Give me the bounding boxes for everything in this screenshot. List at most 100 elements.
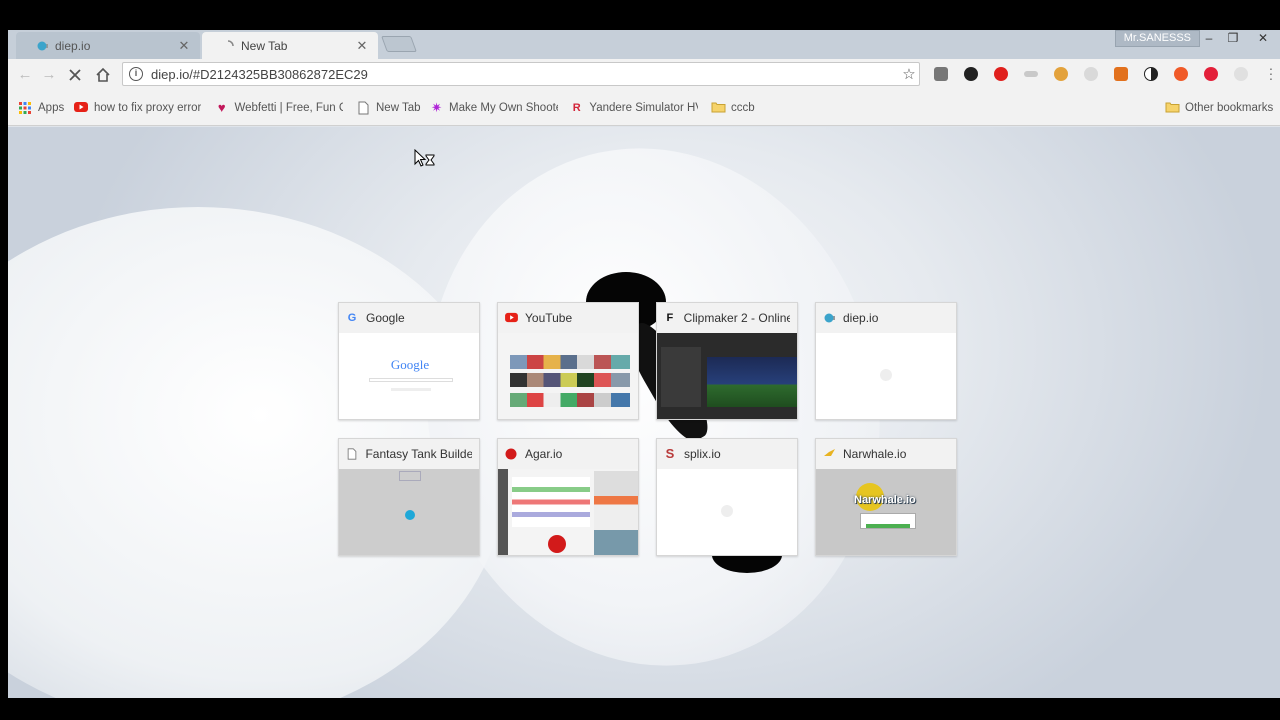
bookmark-label: Other bookmarks bbox=[1185, 102, 1274, 114]
close-icon[interactable]: ✕ bbox=[178, 38, 190, 54]
tile-title: YouTube bbox=[525, 311, 573, 325]
tile-thumbnail: Narwhale.io bbox=[816, 469, 956, 555]
tank-preview bbox=[405, 510, 415, 520]
bookmark-label: cccb bbox=[731, 102, 755, 114]
search-box-preview bbox=[369, 378, 453, 382]
other-bookmarks[interactable]: Other bookmarks bbox=[1165, 100, 1273, 116]
url-text[interactable]: diep.io/#D2124325BB30862872EC29 bbox=[151, 67, 899, 82]
extension-target-icon[interactable] bbox=[1204, 67, 1218, 81]
most-visited-tile-narwhale[interactable]: Narwhale.io Narwhale.io bbox=[815, 438, 957, 556]
profile-button[interactable]: Mr.SANESSS bbox=[1114, 30, 1200, 47]
cell-preview bbox=[548, 535, 566, 553]
most-visited-tile-google[interactable]: G Google Google bbox=[338, 302, 480, 420]
roblox-icon: R bbox=[572, 102, 581, 114]
tile-thumbnail bbox=[498, 469, 638, 555]
most-visited-tile-youtube[interactable]: YouTube bbox=[497, 302, 639, 420]
clipmaker-icon: F bbox=[666, 312, 674, 324]
folder-icon bbox=[1165, 101, 1180, 115]
tile-title: Clipmaker 2 - Online bbox=[683, 311, 790, 325]
stop-icon bbox=[68, 69, 82, 86]
info-icon[interactable]: i bbox=[129, 67, 143, 81]
bookmarks-bar: Apps how to fix proxy error ♥ Webfetti |… bbox=[8, 90, 1280, 126]
bookmark-webfetti[interactable]: ♥ Webfetti | Free, Fun C bbox=[215, 100, 343, 116]
bookmark-new-tab[interactable]: New Tab bbox=[356, 100, 421, 116]
diep-icon bbox=[36, 40, 48, 52]
toolbar-preview bbox=[399, 471, 421, 481]
bookmark-proxy-error[interactable]: how to fix proxy error bbox=[74, 100, 202, 116]
extension-cookie-icon[interactable] bbox=[1054, 67, 1068, 81]
extension-slash-icon[interactable] bbox=[1174, 67, 1188, 81]
most-visited-tile-splix[interactable]: S splix.io bbox=[656, 438, 798, 556]
folder-icon bbox=[711, 101, 726, 115]
diep-icon bbox=[823, 312, 835, 324]
toolbar: ← → i diep.io/#D2124325BB30862872EC29 ☆ bbox=[8, 59, 1280, 90]
video-row-preview bbox=[510, 393, 630, 407]
title-bar: diep.io ✕ New Tab ✕ Mr.SANESSS ‒ ❐ ✕ bbox=[8, 30, 1280, 59]
tile-title: diep.io bbox=[843, 311, 879, 325]
extension-grid-icon[interactable] bbox=[934, 67, 948, 81]
most-visited-tile-clipmaker[interactable]: F Clipmaker 2 - Online bbox=[656, 302, 798, 420]
ad-preview bbox=[594, 471, 638, 555]
restore-button[interactable]: ❐ bbox=[1222, 30, 1244, 47]
narwhale-logo: Narwhale.io bbox=[854, 494, 916, 506]
extension-bar-icon[interactable] bbox=[1024, 71, 1038, 77]
bookmark-star-icon[interactable]: ☆ bbox=[899, 65, 919, 83]
sidebar-preview bbox=[498, 469, 508, 555]
extension-red-icon[interactable] bbox=[994, 67, 1008, 81]
bookmark-label: Apps bbox=[38, 102, 65, 114]
extension-gray-icon[interactable] bbox=[1084, 67, 1098, 81]
bookmark-label: Make My Own Shooter bbox=[449, 102, 558, 114]
bookmark-label: how to fix proxy error bbox=[94, 102, 202, 114]
forward-button[interactable]: → bbox=[40, 66, 58, 84]
bookmark-apps[interactable]: Apps bbox=[18, 100, 64, 116]
play-button-preview bbox=[866, 524, 910, 528]
tile-title: Fantasy Tank Builder bbox=[365, 447, 472, 461]
extension-account-icon[interactable] bbox=[1234, 67, 1248, 81]
tab-new-tab[interactable]: New Tab ✕ bbox=[202, 32, 378, 59]
bookmark-folder-cccb[interactable]: cccb bbox=[711, 100, 755, 116]
mouse-cursor bbox=[414, 148, 436, 171]
tab-label: diep.io bbox=[55, 38, 91, 53]
tab-diep[interactable]: diep.io ✕ bbox=[16, 32, 200, 59]
extension-spy-icon[interactable] bbox=[964, 67, 978, 81]
video-letterbox-left bbox=[0, 30, 8, 698]
tile-thumbnail bbox=[657, 469, 797, 555]
stop-button[interactable] bbox=[66, 66, 84, 84]
bookmark-yandere[interactable]: R Yandere Simulator HV bbox=[570, 100, 698, 116]
home-icon bbox=[95, 67, 111, 87]
window-close-button[interactable]: ✕ bbox=[1252, 30, 1274, 47]
video-row-preview bbox=[510, 373, 630, 387]
video-row-preview bbox=[510, 355, 630, 369]
home-button[interactable] bbox=[94, 66, 112, 84]
loading-icon bbox=[222, 39, 234, 52]
tile-thumbnail bbox=[339, 469, 479, 555]
google-logo: Google bbox=[390, 357, 430, 372]
video-letterbox-bottom bbox=[0, 698, 1280, 720]
extension-contrast-icon[interactable] bbox=[1144, 67, 1158, 81]
extension-orange-icon[interactable] bbox=[1114, 67, 1128, 81]
bookmark-shooter[interactable]: ✷ Make My Own Shooter bbox=[430, 100, 558, 116]
google-icon: G bbox=[347, 312, 357, 324]
game-preview bbox=[707, 357, 797, 407]
close-icon[interactable]: ✕ bbox=[356, 38, 368, 54]
search-buttons-preview bbox=[391, 388, 431, 391]
menu-preview bbox=[512, 477, 590, 527]
bookmark-label: Yandere Simulator HV bbox=[589, 102, 698, 114]
minimize-button[interactable]: ‒ bbox=[1198, 30, 1220, 47]
heart-icon: ♥ bbox=[217, 100, 226, 115]
address-bar[interactable]: i diep.io/#D2124325BB30862872EC29 ☆ bbox=[122, 62, 920, 86]
most-visited-tile-fantasy-tank[interactable]: Fantasy Tank Builder bbox=[338, 438, 480, 556]
tile-title: splix.io bbox=[684, 447, 721, 461]
new-tab-button[interactable] bbox=[381, 36, 417, 52]
most-visited-tile-agar[interactable]: Agar.io bbox=[497, 438, 639, 556]
youtube-icon bbox=[505, 312, 518, 324]
page-icon bbox=[356, 101, 370, 115]
apps-grid-icon bbox=[18, 101, 32, 115]
star-icon: ✷ bbox=[431, 100, 442, 115]
menu-icon[interactable]: · · · bbox=[1268, 61, 1274, 85]
youtube-icon bbox=[74, 101, 88, 115]
splix-icon: S bbox=[665, 446, 675, 461]
back-button[interactable]: ← bbox=[16, 66, 34, 84]
bookmark-label: Webfetti | Free, Fun C bbox=[234, 102, 343, 114]
most-visited-tile-diep[interactable]: diep.io bbox=[815, 302, 957, 420]
